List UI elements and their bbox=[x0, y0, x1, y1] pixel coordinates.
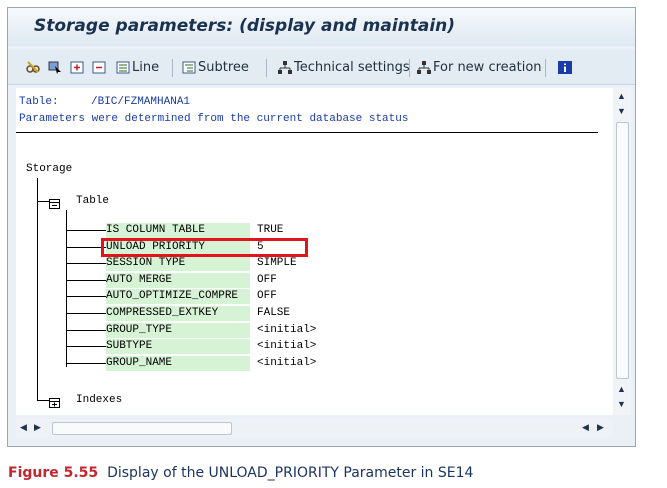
status-message: Parameters were determined from the curr… bbox=[19, 113, 409, 125]
parameter-value: OFF bbox=[257, 290, 277, 302]
tree-content-area: Table: /BIC/FZMAMHANA1 Parameters were d… bbox=[16, 88, 613, 415]
cursor-icon bbox=[48, 61, 62, 74]
scroll-down-icon[interactable]: ▼ bbox=[617, 399, 626, 409]
parameter-key[interactable]: AUTO MERGE bbox=[106, 273, 250, 288]
window-title: Storage parameters: (display and maintai… bbox=[34, 16, 456, 36]
technical-settings-label: Technical settings bbox=[294, 60, 410, 75]
tree-connector bbox=[66, 210, 67, 367]
subtree-label: Subtree bbox=[198, 60, 249, 75]
line-button[interactable]: Line bbox=[116, 59, 159, 76]
tree-node-indexes[interactable]: Indexes bbox=[76, 394, 122, 406]
subtree-icon bbox=[182, 61, 196, 74]
toolbar-separator bbox=[266, 59, 267, 77]
tree-connector bbox=[37, 178, 38, 400]
folder-open-icon[interactable] bbox=[49, 196, 60, 209]
parameter-value: <initial> bbox=[257, 340, 317, 352]
parameter-value: TRUE bbox=[257, 224, 284, 236]
parameter-key-label: COMPRESSED_EXTKEY bbox=[106, 307, 219, 319]
parameter-value: SIMPLE bbox=[257, 257, 297, 269]
hierarchy-icon bbox=[278, 61, 292, 74]
subtree-button[interactable]: Subtree bbox=[182, 59, 249, 76]
tree-connector bbox=[37, 400, 49, 401]
tree-node-table[interactable]: Table bbox=[76, 195, 109, 207]
scroll-right-icon[interactable]: ▶ bbox=[597, 422, 604, 433]
toolbar-separator bbox=[545, 59, 546, 77]
collapse-button[interactable] bbox=[92, 59, 108, 76]
tree-connector bbox=[66, 230, 106, 231]
scroll-right-icon[interactable]: ▶ bbox=[34, 422, 41, 433]
tree-connector bbox=[66, 330, 106, 331]
parameter-key-label: GROUP_NAME bbox=[106, 357, 173, 369]
application-toolbar: Line Subtree Technical settings For new … bbox=[8, 50, 635, 85]
parameter-key-label: IS COLUMN TABLE bbox=[106, 224, 206, 236]
toolbar-separator bbox=[409, 59, 410, 77]
unload-priority-highlight bbox=[101, 238, 308, 257]
parameter-key[interactable]: COMPRESSED_EXTKEY bbox=[106, 306, 250, 321]
parameter-key[interactable]: SESSION TYPE bbox=[106, 256, 250, 271]
expand-subtree-icon bbox=[70, 61, 84, 74]
horizontal-scrollbar[interactable]: ◀ ▶ ◀ ▶ bbox=[16, 419, 613, 437]
figure-caption-text: Display of the UNLOAD_PRIORITY Parameter… bbox=[107, 465, 474, 481]
table-name-value: /BIC/FZMAMHANA1 bbox=[91, 96, 191, 108]
parameter-value: OFF bbox=[257, 274, 277, 286]
folder-closed-icon[interactable] bbox=[49, 395, 60, 408]
header-divider bbox=[16, 132, 598, 133]
expand-button[interactable] bbox=[70, 59, 86, 76]
parameter-value: FALSE bbox=[257, 307, 291, 319]
line-icon bbox=[116, 61, 130, 74]
for-new-creation-button[interactable]: For new creation bbox=[417, 59, 542, 76]
horizontal-scroll-thumb[interactable] bbox=[52, 422, 232, 435]
toolbar-separator bbox=[172, 59, 173, 77]
parameter-key-label: SUBTYPE bbox=[106, 340, 153, 352]
collapse-icon bbox=[92, 61, 106, 74]
parameter-key[interactable]: GROUP_TYPE bbox=[106, 323, 250, 338]
for-new-creation-label: For new creation bbox=[433, 60, 542, 75]
tree-connector bbox=[66, 280, 106, 281]
parameter-key-label: GROUP_TYPE bbox=[106, 324, 173, 336]
glasses-edit-icon bbox=[26, 61, 40, 74]
line-label: Line bbox=[132, 60, 160, 75]
parameter-key-label: SESSION TYPE bbox=[106, 257, 186, 269]
parameter-value: <initial> bbox=[257, 324, 317, 336]
parameter-key[interactable]: AUTO_OPTIMIZE_COMPRE bbox=[106, 289, 250, 304]
parameter-key-label: AUTO_OPTIMIZE_COMPRE bbox=[106, 290, 239, 302]
tree-connector bbox=[66, 247, 106, 248]
parameter-value: <initial> bbox=[257, 357, 317, 369]
tree-connector bbox=[66, 363, 106, 364]
figure-caption: Figure 5.55 Display of the UNLOAD_PRIORI… bbox=[8, 465, 473, 481]
hierarchy-icon bbox=[417, 61, 431, 74]
tree-connector bbox=[66, 346, 106, 347]
vertical-scrollbar[interactable]: ▲ ▼ ▲ ▼ bbox=[613, 88, 631, 415]
scroll-up-icon[interactable]: ▲ bbox=[617, 384, 626, 394]
figure-number: Figure 5.55 bbox=[8, 465, 99, 481]
scroll-left-icon[interactable]: ◀ bbox=[20, 422, 27, 433]
info-icon bbox=[558, 61, 572, 74]
parameter-key[interactable]: IS COLUMN TABLE bbox=[106, 223, 250, 238]
select-button[interactable] bbox=[48, 59, 64, 76]
parameter-key[interactable]: GROUP_NAME bbox=[106, 356, 250, 371]
info-button[interactable] bbox=[558, 59, 574, 76]
scroll-up-icon[interactable]: ▲ bbox=[617, 91, 626, 101]
tree-connector bbox=[37, 201, 49, 202]
parameter-key-label: AUTO MERGE bbox=[106, 274, 173, 286]
table-label: Table: bbox=[19, 96, 59, 108]
tree-connector bbox=[66, 263, 106, 264]
display-change-button[interactable] bbox=[26, 59, 42, 76]
tree-connector bbox=[66, 296, 106, 297]
vertical-scroll-thumb[interactable] bbox=[616, 122, 629, 379]
title-bar: Storage parameters: (display and maintai… bbox=[8, 8, 635, 46]
tree-root-storage: Storage bbox=[26, 163, 73, 175]
scroll-down-icon[interactable]: ▼ bbox=[617, 106, 626, 116]
parameter-key[interactable]: SUBTYPE bbox=[106, 339, 250, 354]
scroll-left-icon[interactable]: ◀ bbox=[582, 422, 589, 433]
tree-connector bbox=[66, 313, 106, 314]
technical-settings-button[interactable]: Technical settings bbox=[278, 59, 410, 76]
